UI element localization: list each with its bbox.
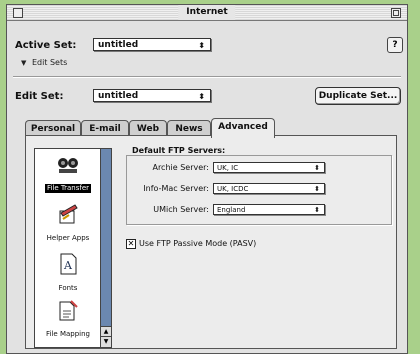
passive-mode-label: Use FTP Passive Mode (PASV) bbox=[139, 239, 257, 248]
popup-arrows-icon: ⬍ bbox=[314, 164, 320, 172]
popup-arrows-icon: ⬍ bbox=[314, 185, 320, 193]
edit-set-popup[interactable]: untitled ⬍ bbox=[93, 89, 211, 102]
disclosure-triangle-icon: ▼ bbox=[21, 59, 27, 67]
sidebar-item-label: Helper Apps bbox=[46, 234, 90, 242]
sidebar-scrollbar[interactable]: ▲ ▼ bbox=[100, 149, 111, 347]
zoom-box[interactable] bbox=[391, 8, 401, 18]
info-mac-server-label: Info-Mac Server: bbox=[143, 184, 209, 193]
title-bar[interactable]: Internet bbox=[7, 5, 407, 21]
fonts-icon: A bbox=[60, 253, 77, 275]
helper-apps-icon bbox=[59, 204, 78, 224]
edit-sets-disclosure[interactable]: ▼ Edit Sets bbox=[21, 58, 67, 67]
umich-server-value: England bbox=[217, 206, 246, 214]
ftp-section-title: Default FTP Servers: bbox=[132, 146, 226, 155]
advanced-panel: File Transfer Helper Apps A Fonts File M… bbox=[25, 135, 397, 349]
edit-sets-label: Edit Sets bbox=[31, 58, 68, 67]
passive-mode-checkbox[interactable]: ✕ bbox=[126, 239, 136, 249]
edit-set-value: untitled bbox=[98, 91, 139, 101]
archie-server-popup[interactable]: UK, IC ⬍ bbox=[213, 162, 325, 173]
sidebar-item-label: Fonts bbox=[58, 284, 78, 292]
close-box[interactable] bbox=[13, 8, 23, 18]
ftp-servers-group: Archie Server: UK, IC ⬍ Info-Mac Server:… bbox=[126, 155, 392, 225]
sidebar-item-helper-apps[interactable]: Helper Apps bbox=[35, 203, 101, 244]
popup-arrows-icon: ⬍ bbox=[198, 92, 205, 101]
umich-server-popup[interactable]: England ⬍ bbox=[213, 204, 325, 215]
file-mapping-icon bbox=[59, 300, 78, 321]
sidebar-item-file-transfer[interactable]: File Transfer bbox=[35, 155, 101, 194]
edit-set-label: Edit Set: bbox=[15, 91, 64, 102]
popup-arrows-icon: ⬍ bbox=[314, 206, 320, 214]
window-title: Internet bbox=[178, 5, 236, 20]
info-mac-server-value: UK, ICDC bbox=[217, 185, 249, 193]
help-button[interactable]: ? bbox=[387, 37, 403, 53]
sidebar-item-label: File Transfer bbox=[44, 184, 92, 193]
advanced-sidebar[interactable]: File Transfer Helper Apps A Fonts File M… bbox=[34, 148, 112, 348]
archie-server-value: UK, IC bbox=[217, 164, 239, 172]
umich-server-label: UMich Server: bbox=[153, 205, 209, 214]
divider bbox=[13, 76, 401, 78]
duplicate-set-button[interactable]: Duplicate Set... bbox=[315, 87, 401, 105]
info-mac-server-popup[interactable]: UK, ICDC ⬍ bbox=[213, 183, 325, 194]
sidebar-item-fonts[interactable]: A Fonts bbox=[35, 253, 101, 294]
tab-advanced[interactable]: Advanced bbox=[211, 118, 275, 138]
sidebar-item-file-mapping[interactable]: File Mapping bbox=[35, 299, 101, 340]
svg-text:A: A bbox=[63, 259, 73, 272]
internet-window: Internet Active Set: untitled ⬍ ? ▼ Edit… bbox=[6, 4, 408, 354]
file-transfer-icon bbox=[58, 158, 78, 173]
active-set-value: untitled bbox=[98, 40, 139, 50]
popup-arrows-icon: ⬍ bbox=[198, 41, 205, 50]
active-set-popup[interactable]: untitled ⬍ bbox=[93, 38, 211, 51]
active-set-label: Active Set: bbox=[15, 40, 77, 51]
sidebar-item-label: File Mapping bbox=[46, 330, 90, 338]
scroll-down-arrow-icon[interactable]: ▼ bbox=[101, 336, 111, 347]
archie-server-label: Archie Server: bbox=[152, 163, 209, 172]
